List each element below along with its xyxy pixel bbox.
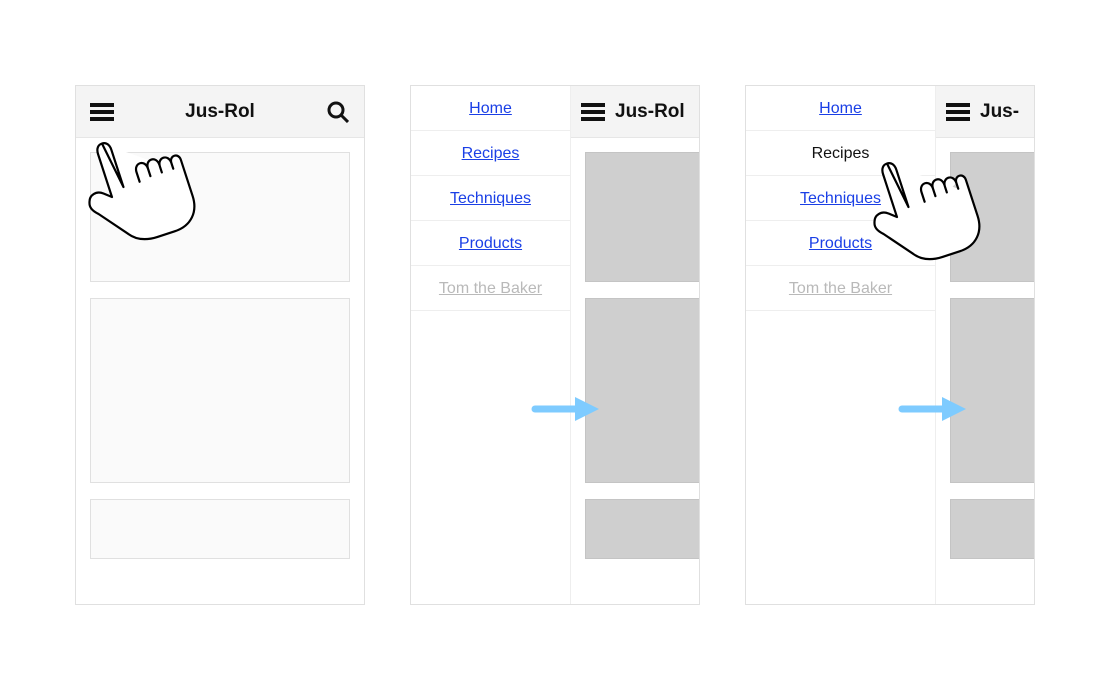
nav-item-techniques[interactable]: Techniques <box>746 176 935 221</box>
nav-drawer: Home Recipes Techniques Products Tom the… <box>746 86 936 604</box>
nav-item-tom-the-baker[interactable]: Tom the Baker <box>746 266 935 311</box>
nav-item-home[interactable]: Home <box>411 86 570 131</box>
nav-item-products[interactable]: Products <box>746 221 935 266</box>
pushed-page: Jus-Rol <box>571 86 700 604</box>
nav-link-selected: Recipes <box>812 145 870 162</box>
nav-drawer: Home Recipes Techniques Products Tom the… <box>411 86 571 604</box>
nav-item-recipes[interactable]: Recipes <box>411 131 570 176</box>
page-title: Jus-Rol <box>116 101 324 123</box>
nav-link[interactable]: Products <box>459 235 522 252</box>
search-icon <box>327 101 349 123</box>
content-card <box>950 298 1035 483</box>
nav-item-tom-the-baker[interactable]: Tom the Baker <box>411 266 570 311</box>
header-bar: Jus- <box>936 86 1035 138</box>
content-card <box>950 152 1035 282</box>
page-content <box>76 138 364 589</box>
hamburger-icon <box>946 103 970 121</box>
nav-item-recipes[interactable]: Recipes <box>746 131 935 176</box>
hamburger-icon <box>581 103 605 121</box>
content-card <box>90 499 350 559</box>
nav-item-products[interactable]: Products <box>411 221 570 266</box>
page-title: Jus-Rol <box>615 101 700 123</box>
content-card <box>585 152 700 282</box>
content-card <box>585 298 700 483</box>
content-card <box>90 298 350 483</box>
nav-link[interactable]: Home <box>819 100 862 117</box>
wireframe-frame-drawer-open: Jus-Rol Home Recipes Techniques Products… <box>410 85 700 605</box>
content-card <box>950 499 1035 559</box>
nav-item-home[interactable]: Home <box>746 86 935 131</box>
pushed-page: Jus- <box>936 86 1035 604</box>
wireframe-frame-item-selected: Jus- Home Recipes Techniques Products To… <box>745 85 1035 605</box>
header-bar: Jus-Rol <box>76 86 364 138</box>
nav-link[interactable]: Home <box>469 100 512 117</box>
wireframe-frame-closed: Jus-Rol <box>75 85 365 605</box>
menu-button[interactable] <box>579 98 607 126</box>
content-card <box>585 499 700 559</box>
nav-item-techniques[interactable]: Techniques <box>411 176 570 221</box>
hamburger-icon <box>90 103 114 121</box>
header-bar: Jus-Rol <box>571 86 700 138</box>
nav-link[interactable]: Techniques <box>800 190 881 207</box>
search-button[interactable] <box>324 98 352 126</box>
content-card <box>90 152 350 282</box>
menu-button[interactable] <box>88 98 116 126</box>
menu-button[interactable] <box>944 98 972 126</box>
nav-link[interactable]: Recipes <box>462 145 520 162</box>
nav-link[interactable]: Techniques <box>450 190 531 207</box>
nav-link[interactable]: Products <box>809 235 872 252</box>
page-content <box>571 138 700 589</box>
nav-link[interactable]: Tom the Baker <box>789 280 892 297</box>
page-content <box>936 138 1035 589</box>
page-title: Jus- <box>980 101 1035 123</box>
nav-link[interactable]: Tom the Baker <box>439 280 542 297</box>
